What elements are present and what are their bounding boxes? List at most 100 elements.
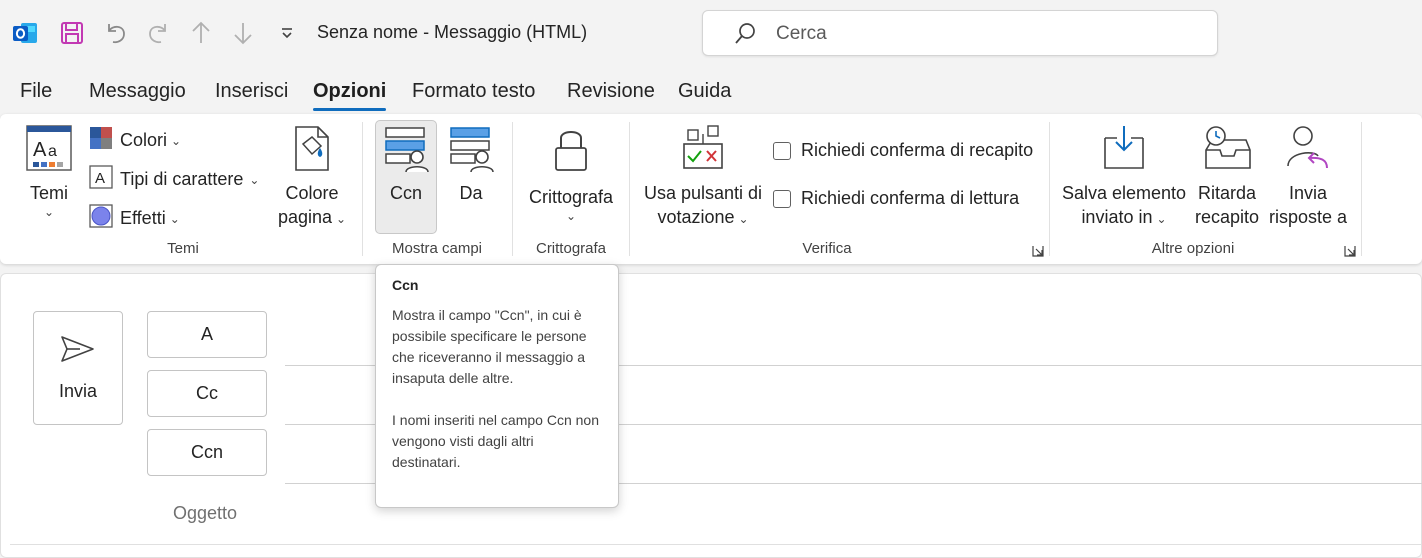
chevron-down-icon: ⌄	[565, 209, 577, 223]
show-bcc-button[interactable]: Ccn	[376, 124, 436, 205]
effects-icon	[89, 204, 113, 233]
send-icon	[60, 334, 96, 369]
bcc-field-icon	[382, 124, 430, 179]
direct-replies-icon	[1285, 124, 1331, 179]
tab-opzioni[interactable]: Opzioni	[313, 80, 387, 111]
encrypt-button[interactable]: Crittografa ⌄	[522, 124, 620, 223]
to-button[interactable]: A	[147, 311, 267, 358]
svg-text:A: A	[95, 170, 105, 187]
group-divider	[1049, 122, 1050, 256]
page-color-button[interactable]: Colore pagina ⌄	[270, 124, 354, 231]
save-sent-item-label-2: inviato in	[1081, 207, 1153, 227]
chevron-down-icon: ⌄	[336, 212, 347, 226]
send-label: Invia	[58, 381, 98, 401]
svg-text:a: a	[48, 143, 57, 160]
redo-icon[interactable]	[143, 18, 173, 48]
chevron-down-icon: ⌄	[171, 133, 182, 148]
save-sent-item-icon	[1101, 124, 1147, 179]
lock-icon	[551, 124, 591, 181]
save-icon[interactable]	[57, 18, 87, 48]
delivery-receipt-checkbox[interactable]: Richiedi conferma di recapito	[773, 140, 1033, 161]
outlook-logo-icon	[10, 18, 40, 48]
voting-label-2: votazione	[657, 207, 735, 227]
checkbox-icon[interactable]	[773, 189, 791, 208]
read-receipt-checkbox[interactable]: Richiedi conferma di lettura	[773, 188, 1019, 209]
tab-revisione[interactable]: Revisione	[567, 80, 655, 103]
subject-field-underline[interactable]	[10, 544, 1422, 545]
chevron-down-icon: ⌄	[1156, 212, 1167, 226]
chevron-down-icon: ⌄	[249, 172, 260, 187]
tab-messaggio[interactable]: Messaggio	[89, 80, 186, 103]
bcc-label: Ccn	[389, 183, 422, 203]
delay-delivery-label-2: recapito	[1194, 207, 1260, 227]
chevron-down-icon: ⌄	[43, 205, 55, 219]
page-color-icon	[290, 124, 334, 179]
window-title: Senza nome - Messaggio (HTML)	[317, 22, 588, 42]
ribbon: A a Temi ⌄ Colori ⌄ A Tipi di carattere …	[0, 114, 1422, 264]
tab-formato-testo[interactable]: Formato testo	[412, 80, 535, 103]
show-from-button[interactable]: Da	[443, 124, 499, 205]
page-color-label-1: Colore	[285, 183, 339, 203]
send-button[interactable]: Invia	[33, 311, 123, 425]
tab-guida[interactable]: Guida	[678, 80, 731, 103]
themes-label: Temi	[29, 183, 68, 203]
arrow-up-icon[interactable]	[186, 18, 216, 48]
tab-file[interactable]: File	[20, 80, 52, 103]
ccn-tooltip: Ccn Mostra il campo "Ccn", in cui è poss…	[375, 264, 619, 508]
tooltip-title: Ccn	[392, 277, 419, 293]
group-label-verifica: Verifica	[802, 240, 852, 257]
fonts-button[interactable]: A Tipi di carattere ⌄	[89, 165, 259, 194]
group-divider	[1361, 122, 1362, 256]
voting-buttons-button[interactable]: Usa pulsanti di votazione ⌄	[640, 124, 766, 231]
tab-inserisci[interactable]: Inserisci	[215, 80, 288, 103]
chevron-down-icon: ⌄	[169, 211, 180, 226]
cc-button[interactable]: Cc	[147, 370, 267, 417]
dialog-launcher-icon[interactable]	[1344, 244, 1356, 257]
colors-button[interactable]: Colori ⌄	[89, 126, 181, 155]
effects-label: Effetti	[120, 208, 166, 228]
search-placeholder: Cerca	[776, 23, 827, 44]
customize-toolbar-icon[interactable]	[272, 18, 302, 48]
delay-delivery-button[interactable]: Ritarda recapito	[1192, 124, 1262, 229]
undo-icon[interactable]	[101, 18, 131, 48]
voting-icon	[680, 124, 726, 179]
page-color-label-2: pagina	[277, 207, 332, 227]
search-icon	[733, 22, 757, 51]
delay-delivery-label-1: Ritarda	[1197, 183, 1257, 203]
ribbon-tabs: File Messaggio Inserisci Opzioni Formato…	[0, 80, 1422, 112]
effects-button[interactable]: Effetti ⌄	[89, 204, 180, 233]
group-divider	[629, 122, 630, 256]
search-box[interactable]: Cerca	[702, 10, 1218, 56]
direct-replies-button[interactable]: Invia risposte a	[1266, 124, 1350, 229]
themes-button[interactable]: A a Temi ⌄	[22, 124, 76, 219]
title-bar: Senza nome - Messaggio (HTML) Cerca	[0, 0, 1422, 68]
voting-label-1: Usa pulsanti di	[643, 183, 763, 203]
tooltip-body-2: I nomi inseriti nel campo Ccn non vengon…	[392, 412, 599, 470]
save-sent-item-label-row: inviato in ⌄	[1081, 205, 1166, 231]
chevron-down-icon: ⌄	[738, 212, 749, 226]
bcc-button[interactable]: Ccn	[147, 429, 267, 476]
group-divider	[362, 122, 363, 256]
fonts-label: Tipi di carattere	[120, 169, 244, 189]
group-divider	[512, 122, 513, 256]
group-label-crittografa: Crittografa	[535, 240, 607, 257]
group-label-altre-opzioni: Altre opzioni	[1151, 240, 1235, 257]
colors-icon	[89, 126, 113, 155]
from-label: Da	[459, 183, 483, 203]
dialog-launcher-icon[interactable]	[1032, 244, 1044, 257]
themes-icon: A a	[24, 124, 74, 179]
page-color-label-row: pagina ⌄	[278, 205, 346, 231]
checkbox-icon[interactable]	[773, 141, 791, 160]
voting-label-row: votazione ⌄	[657, 205, 748, 231]
group-label-temi: Temi	[167, 240, 199, 257]
delay-delivery-icon	[1202, 124, 1252, 179]
direct-replies-label-2: risposte a	[1268, 207, 1348, 227]
arrow-down-icon[interactable]	[228, 18, 258, 48]
read-receipt-label: Richiedi conferma di lettura	[801, 188, 1020, 208]
direct-replies-label-1: Invia	[1288, 183, 1328, 203]
colors-label: Colori	[120, 130, 168, 150]
save-sent-item-label-1: Salva elemento	[1061, 183, 1187, 203]
delivery-receipt-label: Richiedi conferma di recapito	[801, 140, 1034, 160]
save-sent-item-button[interactable]: Salva elemento inviato in ⌄	[1060, 124, 1188, 231]
fonts-icon: A	[89, 165, 113, 194]
